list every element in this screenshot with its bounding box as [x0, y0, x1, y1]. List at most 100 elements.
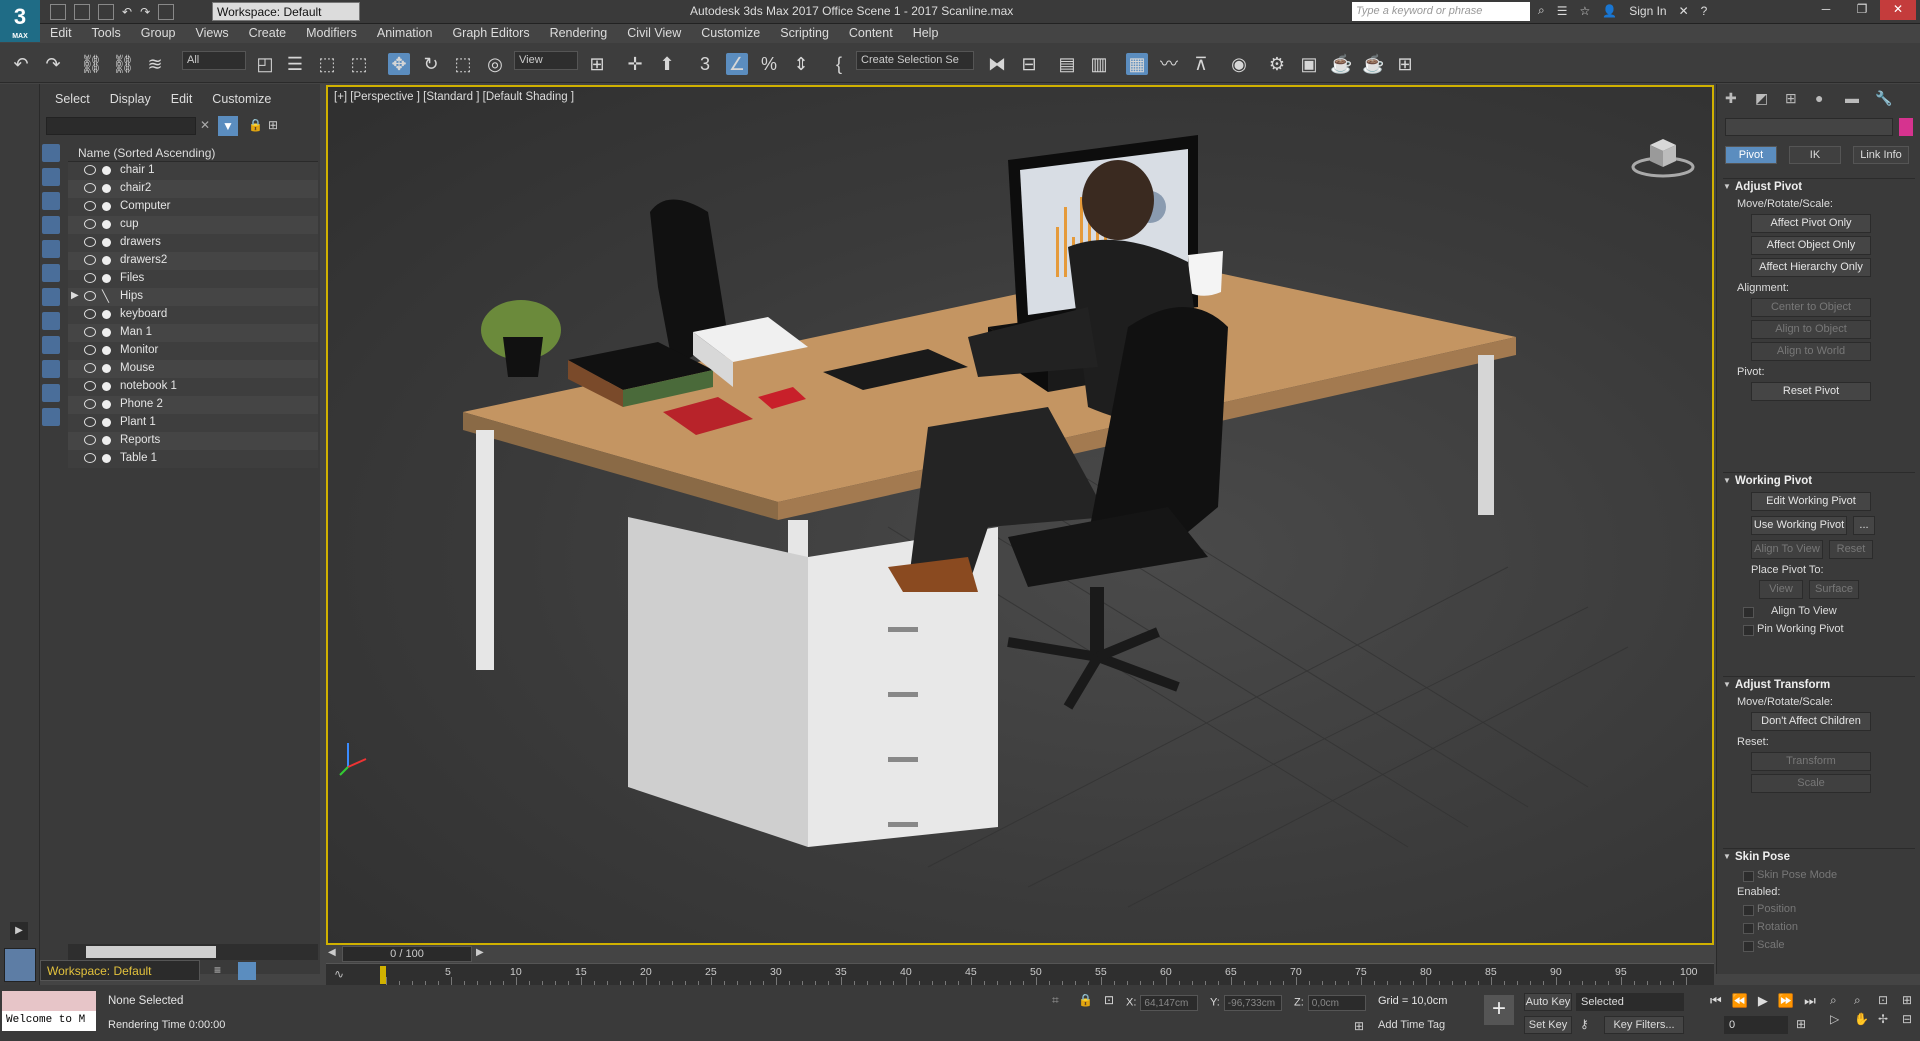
close-icon[interactable]: ✕ — [1880, 0, 1916, 20]
align-icon[interactable]: ⊟ — [1018, 53, 1040, 75]
visibility-eye-icon[interactable] — [84, 363, 96, 373]
freeze-dot-icon[interactable] — [102, 220, 111, 229]
shape-filter-icon[interactable] — [42, 168, 60, 186]
reset-working-pivot-button[interactable]: Reset — [1829, 540, 1873, 559]
zoom-extents-all-icon[interactable]: ⊞ — [1902, 993, 1920, 1008]
visibility-eye-icon[interactable] — [84, 291, 96, 301]
next-frame-icon[interactable]: ⏩ — [1778, 993, 1794, 1009]
minimize-icon[interactable]: ─ — [1808, 0, 1844, 20]
project-folder-icon[interactable] — [158, 4, 175, 20]
named-selection-set-dropdown[interactable]: Create Selection Se — [856, 51, 974, 70]
render-setup-icon[interactable]: ⚙ — [1266, 53, 1288, 75]
menu-customize[interactable]: Customize — [691, 24, 770, 43]
edit-named-selection-icon[interactable]: { — [828, 53, 850, 75]
ik-tab[interactable]: IK — [1789, 146, 1841, 164]
rectangular-selection-icon[interactable]: ⬚ — [316, 53, 338, 75]
freeze-dot-icon[interactable] — [102, 382, 111, 391]
list-item[interactable]: Reports — [68, 432, 318, 450]
freeze-dot-icon[interactable] — [102, 202, 111, 211]
edit-working-pivot-button[interactable]: Edit Working Pivot — [1751, 492, 1871, 511]
list-item[interactable]: cup — [68, 216, 318, 234]
isolate-icon[interactable]: ⌗ — [1052, 993, 1059, 1008]
new-file-icon[interactable] — [50, 4, 66, 20]
surface-button[interactable]: Surface — [1809, 580, 1859, 599]
time-tag-icon[interactable]: ⊞ — [1354, 1019, 1364, 1033]
name-column-header[interactable]: Name (Sorted Ascending) — [68, 144, 318, 162]
orbit-icon[interactable]: ✢ — [1878, 1012, 1898, 1026]
working-pivot-title[interactable]: Working Pivot — [1723, 472, 1915, 490]
expand-arrow-icon[interactable]: ▶ — [10, 922, 28, 940]
pin-working-pivot-checkbox[interactable]: Pin Working Pivot — [1723, 620, 1915, 638]
list-item[interactable]: Table 1 — [68, 450, 318, 468]
visibility-eye-icon[interactable] — [84, 345, 96, 355]
time-config-icon[interactable]: ⊞ — [1796, 1017, 1806, 1031]
render-production-icon[interactable]: ☕ — [1330, 53, 1352, 75]
menu-modifiers[interactable]: Modifiers — [296, 24, 367, 43]
freeze-dot-icon[interactable] — [102, 400, 111, 409]
user-icon[interactable]: 👤 — [1602, 4, 1617, 18]
menu-tools[interactable]: Tools — [82, 24, 131, 43]
zoom-extents-icon[interactable]: ⊡ — [1878, 993, 1898, 1008]
list-item[interactable]: Files — [68, 270, 318, 288]
unlink-icon[interactable]: ⛓ — [112, 53, 135, 75]
y-coordinate-field[interactable] — [1223, 995, 1282, 1011]
open-file-icon[interactable] — [74, 4, 90, 20]
window-crossing-icon[interactable]: ⬚ — [348, 53, 370, 75]
visibility-eye-icon[interactable] — [84, 219, 96, 229]
go-to-start-icon[interactable]: ⏮ — [1710, 993, 1722, 1009]
list-item[interactable]: Phone 2 — [68, 396, 318, 414]
freeze-dot-icon[interactable] — [102, 328, 111, 337]
app-logo[interactable]: 3 MAX — [0, 0, 40, 42]
lock-icon[interactable]: 🔒 — [248, 118, 263, 132]
manipulate-icon[interactable]: ✛ — [624, 53, 646, 75]
freeze-dot-icon[interactable] — [102, 238, 111, 247]
scene-explorer-icon[interactable] — [238, 962, 256, 980]
visibility-eye-icon[interactable] — [84, 201, 96, 211]
maxscript-output[interactable]: Welcome to M — [2, 1011, 96, 1031]
freeze-dot-icon[interactable] — [102, 310, 111, 319]
viewport-layout-icon[interactable] — [4, 948, 36, 982]
sign-in-button[interactable]: Sign In — [1629, 4, 1666, 18]
affect-pivot-only-button[interactable]: Affect Pivot Only — [1751, 214, 1871, 233]
maximize-viewport-icon[interactable]: ⊟ — [1902, 1012, 1920, 1026]
visibility-eye-icon[interactable] — [84, 435, 96, 445]
working-pivot-options-button[interactable]: ... — [1853, 516, 1875, 535]
material-editor-icon[interactable]: ◉ — [1228, 53, 1250, 75]
list-item[interactable]: ▶ ╲ Hips — [68, 288, 318, 306]
set-key-button[interactable]: Set Key — [1524, 1016, 1572, 1034]
zoom-all-icon[interactable]: ⌕ — [1854, 993, 1874, 1008]
move-icon[interactable]: ✥ — [388, 53, 410, 75]
scene-search-input[interactable] — [46, 117, 196, 135]
group-filter-icon[interactable] — [42, 288, 60, 306]
visibility-eye-icon[interactable] — [84, 273, 96, 283]
filter-icon[interactable]: ▼ — [218, 116, 238, 136]
freeze-dot-icon[interactable] — [102, 346, 111, 355]
adjust-pivot-title[interactable]: Adjust Pivot — [1723, 178, 1915, 196]
search-input[interactable]: Type a keyword or phrase — [1352, 2, 1530, 21]
utilities-tab-icon[interactable]: 🔧 — [1875, 90, 1893, 108]
visibility-eye-icon[interactable] — [84, 309, 96, 319]
menu-views[interactable]: Views — [185, 24, 238, 43]
track-bar[interactable]: ∿ 5 10 15 20 25 30 35 40 45 50 55 60 65 70 75 80 85 90 95 1… — [326, 963, 1714, 985]
pivot-center-icon[interactable]: ⊞ — [586, 53, 608, 75]
exchange-icon[interactable]: ✕ — [1679, 4, 1689, 18]
center-to-object-button[interactable]: Center to Object — [1751, 298, 1871, 317]
visibility-eye-icon[interactable] — [84, 165, 96, 175]
menu-content[interactable]: Content — [839, 24, 903, 43]
scale-icon[interactable]: ⬚ — [452, 53, 474, 75]
list-item[interactable]: notebook 1 — [68, 378, 318, 396]
camera-filter-icon[interactable] — [42, 216, 60, 234]
snaps-toggle-icon[interactable]: 3 — [694, 53, 716, 75]
list-item[interactable]: Monitor — [68, 342, 318, 360]
save-file-icon[interactable] — [98, 4, 114, 20]
freeze-dot-icon[interactable] — [102, 166, 111, 175]
ribbon-toggle-icon[interactable]: ▦ — [1126, 53, 1148, 75]
auto-key-button[interactable]: Auto Key — [1524, 993, 1572, 1011]
play-icon[interactable]: ▶ — [1758, 993, 1768, 1009]
helper-filter-icon[interactable] — [42, 240, 60, 258]
display-tab-icon[interactable]: ▬ — [1845, 90, 1863, 108]
key-mode-icon[interactable]: ⚷ — [1580, 1017, 1589, 1031]
visibility-eye-icon[interactable] — [84, 453, 96, 463]
transform-button[interactable]: Transform — [1751, 752, 1871, 771]
spinner-snap-icon[interactable]: ⇕ — [790, 53, 812, 75]
